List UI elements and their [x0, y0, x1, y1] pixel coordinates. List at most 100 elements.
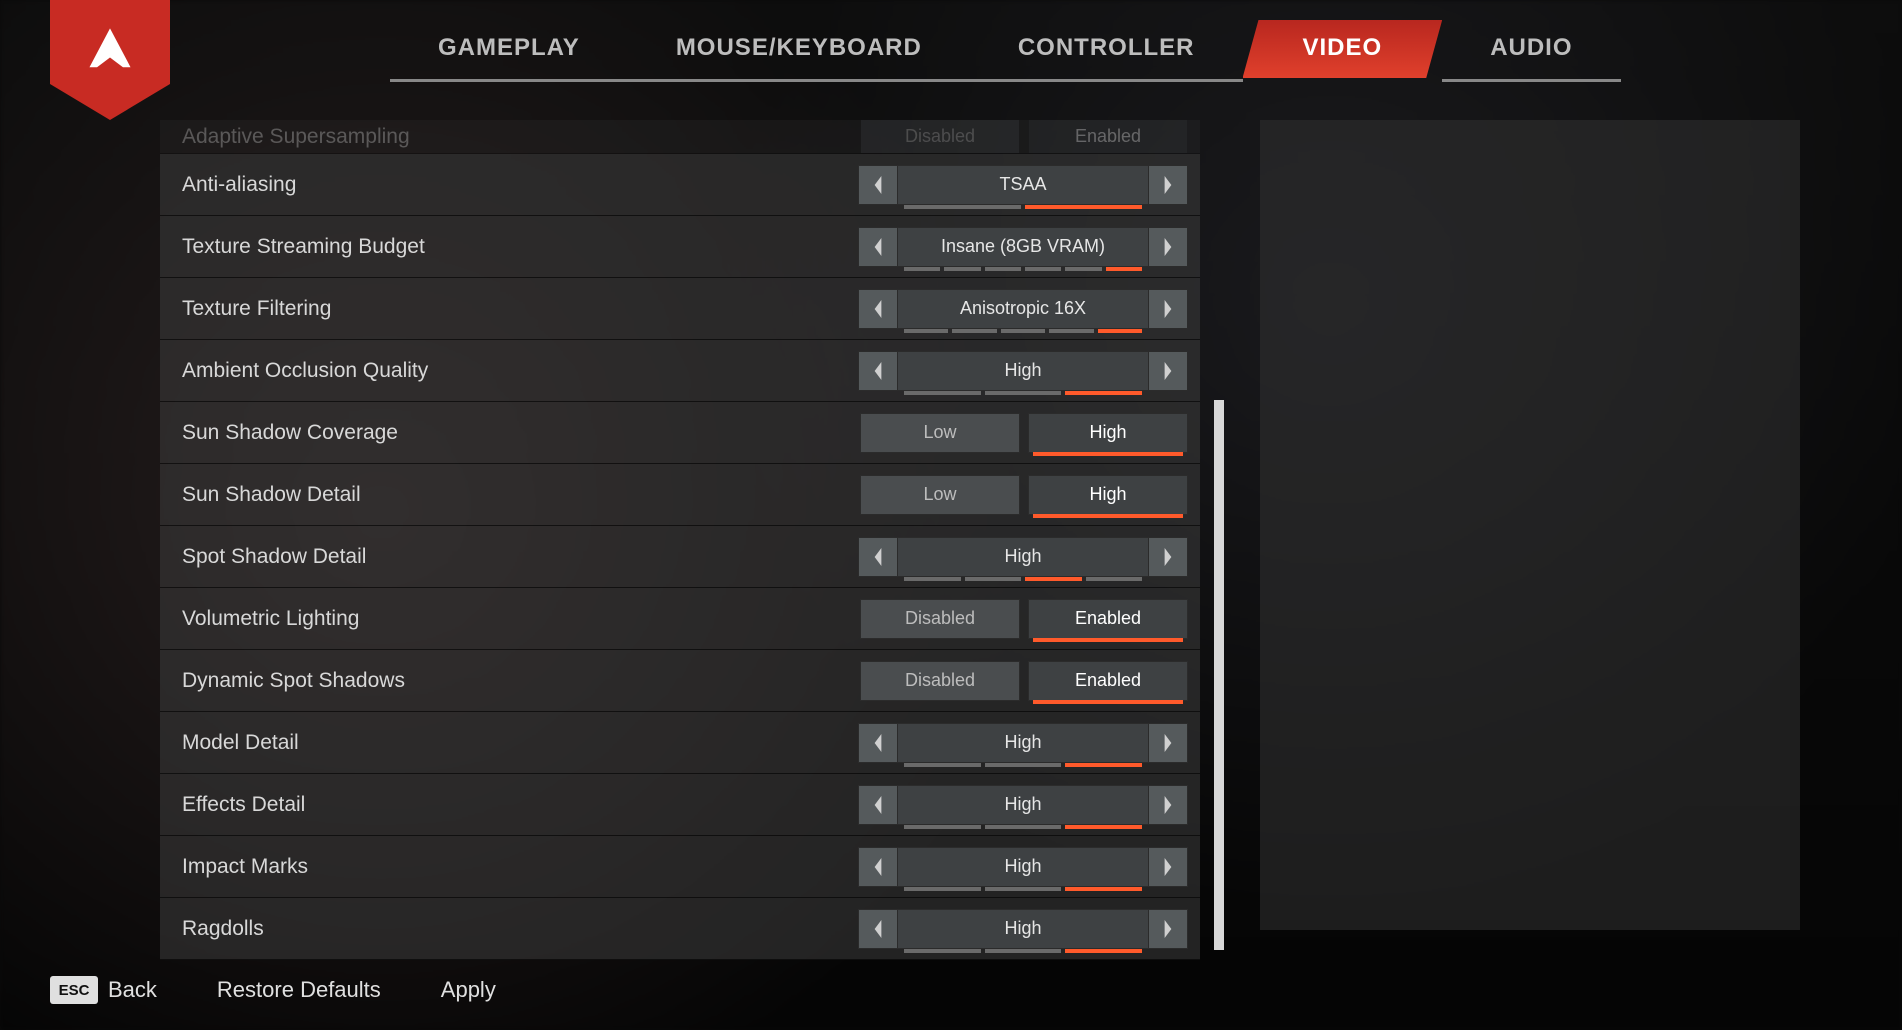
setting-control: TSAA — [858, 165, 1188, 205]
toggle-option[interactable]: Disabled — [860, 661, 1020, 701]
apply-button[interactable]: Apply — [441, 977, 496, 1003]
setting-control: Insane (8GB VRAM) — [858, 227, 1188, 267]
stepper: High — [858, 847, 1188, 887]
setting-control: LowHigh — [860, 475, 1188, 515]
chevron-right-icon[interactable] — [1148, 723, 1188, 763]
setting-label: Spot Shadow Detail — [182, 545, 858, 569]
setting-control: High — [858, 537, 1188, 577]
setting-row: Ragdolls High — [160, 898, 1200, 960]
toggle-option[interactable]: Enabled — [1028, 120, 1188, 154]
stepper-value: High — [1004, 794, 1041, 815]
stepper-marks — [904, 391, 1142, 395]
apex-logo-icon — [83, 24, 137, 78]
toggle-option[interactable]: Low — [860, 413, 1020, 453]
chevron-left-icon[interactable] — [858, 723, 898, 763]
toggle-option[interactable]: Enabled — [1028, 661, 1188, 701]
chevron-left-icon[interactable] — [858, 227, 898, 267]
chevron-left-icon[interactable] — [858, 289, 898, 329]
setting-row: Texture Streaming BudgetInsane (8GB VRAM… — [160, 216, 1200, 278]
setting-label: Model Detail — [182, 731, 858, 755]
stepper-mark — [1025, 267, 1061, 271]
setting-row: Adaptive SupersamplingDisabledEnabled — [160, 120, 1200, 154]
description-panel — [1260, 120, 1800, 930]
stepper-mark — [1098, 329, 1142, 333]
toggle-option[interactable]: Disabled — [860, 120, 1020, 154]
footer: ESC Back Restore Defaults Apply — [50, 976, 496, 1004]
toggle-option[interactable]: Enabled — [1028, 599, 1188, 639]
stepper-mark — [985, 391, 1062, 395]
chevron-right-icon[interactable] — [1148, 909, 1188, 949]
stepper-marks — [904, 267, 1142, 271]
stepper-mark — [985, 267, 1021, 271]
chevron-right-icon[interactable] — [1148, 289, 1188, 329]
stepper-mark — [985, 825, 1062, 829]
stepper-mark — [1065, 887, 1142, 891]
chevron-left-icon[interactable] — [858, 847, 898, 887]
setting-label: Ragdolls — [182, 917, 858, 941]
stepper-value: TSAA — [999, 174, 1046, 195]
tab-underline — [970, 79, 1243, 82]
setting-control: High — [858, 909, 1188, 949]
setting-control: DisabledEnabled — [860, 120, 1188, 154]
tab-mouse-keyboard[interactable]: MOUSE/KEYBOARD — [628, 20, 970, 78]
stepper-mark — [965, 577, 1022, 581]
setting-control: DisabledEnabled — [860, 661, 1188, 701]
setting-control: High — [858, 723, 1188, 763]
setting-control: High — [858, 351, 1188, 391]
stepper-mark — [985, 887, 1062, 891]
stepper-mark — [904, 887, 981, 891]
chevron-right-icon[interactable] — [1148, 537, 1188, 577]
stepper: High — [858, 351, 1188, 391]
stepper-value: High — [1004, 546, 1041, 567]
chevron-right-icon[interactable] — [1148, 785, 1188, 825]
tab-audio[interactable]: AUDIO — [1442, 20, 1620, 78]
setting-label: Dynamic Spot Shadows — [182, 669, 860, 693]
chevron-left-icon[interactable] — [858, 165, 898, 205]
stepper-value-box: High — [898, 785, 1148, 825]
toggle-option[interactable]: Disabled — [860, 599, 1020, 639]
restore-defaults-button[interactable]: Restore Defaults — [217, 977, 381, 1003]
chevron-right-icon[interactable] — [1148, 165, 1188, 205]
stepper-marks — [904, 577, 1142, 581]
tab-controller[interactable]: CONTROLLER — [970, 20, 1243, 78]
chevron-right-icon[interactable] — [1148, 227, 1188, 267]
setting-label: Texture Streaming Budget — [182, 235, 858, 259]
stepper-mark — [1065, 949, 1142, 953]
setting-label: Sun Shadow Detail — [182, 483, 860, 507]
toggle-option[interactable]: Low — [860, 475, 1020, 515]
content: Adaptive SupersamplingDisabledEnabledAnt… — [160, 120, 1800, 950]
stepper-marks — [904, 949, 1142, 953]
stepper-mark — [904, 267, 940, 271]
stepper-mark — [1065, 825, 1142, 829]
tab-gameplay[interactable]: GAMEPLAY — [390, 20, 628, 78]
toggle-option[interactable]: High — [1028, 413, 1188, 453]
stepper-mark — [904, 577, 961, 581]
stepper-mark — [904, 763, 981, 767]
stepper-marks — [904, 763, 1142, 767]
chevron-left-icon[interactable] — [858, 909, 898, 949]
stepper-mark — [944, 267, 980, 271]
chevron-left-icon[interactable] — [858, 351, 898, 391]
back-button[interactable]: ESC Back — [50, 976, 157, 1004]
stepper-mark — [904, 825, 981, 829]
stepper-mark — [1025, 205, 1142, 209]
setting-control: Anisotropic 16X — [858, 289, 1188, 329]
chevron-left-icon[interactable] — [858, 785, 898, 825]
setting-control: High — [858, 847, 1188, 887]
setting-row: Sun Shadow DetailLowHigh — [160, 464, 1200, 526]
tab-underline — [1442, 79, 1620, 82]
stepper-marks — [904, 205, 1142, 209]
setting-label: Effects Detail — [182, 793, 858, 817]
toggle-option[interactable]: High — [1028, 475, 1188, 515]
chevron-right-icon[interactable] — [1148, 847, 1188, 887]
stepper-value: Anisotropic 16X — [960, 298, 1086, 319]
tab-video[interactable]: VIDEO — [1243, 20, 1443, 78]
setting-row: Spot Shadow Detail High — [160, 526, 1200, 588]
setting-label: Sun Shadow Coverage — [182, 421, 860, 445]
chevron-right-icon[interactable] — [1148, 351, 1188, 391]
stepper: High — [858, 909, 1188, 949]
scrollbar[interactable] — [1214, 400, 1224, 950]
stepper-value: High — [1004, 918, 1041, 939]
chevron-left-icon[interactable] — [858, 537, 898, 577]
setting-row: Effects Detail High — [160, 774, 1200, 836]
